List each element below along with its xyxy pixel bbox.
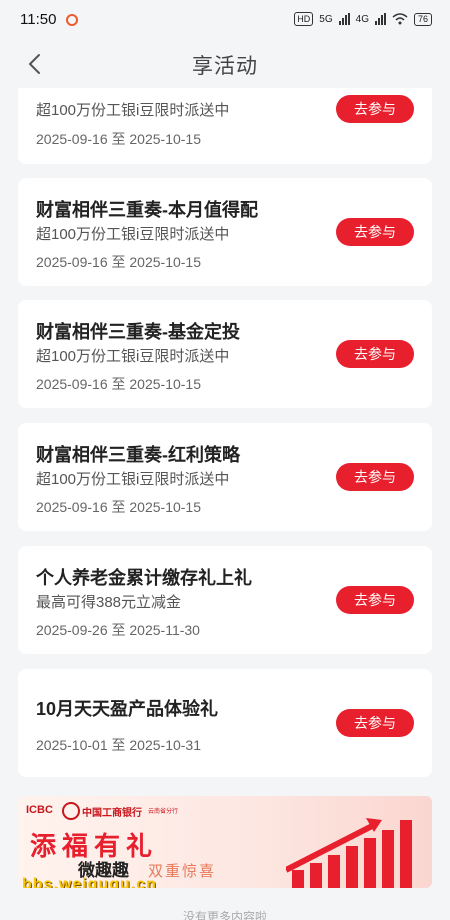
- activity-card[interactable]: 财富相伴三重奏-本月值得配 超100万份工银i豆限时派送中 2025-09-16…: [18, 178, 432, 286]
- join-button[interactable]: 去参与: [336, 709, 414, 737]
- activity-date: 2025-09-16 至 2025-10-15: [36, 254, 202, 270]
- activity-title: 财富相伴三重奏-红利策略: [36, 445, 240, 465]
- join-button[interactable]: 去参与: [336, 95, 414, 123]
- activity-title: 个人养老金累计缴存礼上礼: [36, 568, 252, 588]
- no-more-content: 没有更多内容啦: [182, 910, 267, 920]
- activity-desc: 超100万份工银i豆限时派送中: [36, 471, 230, 488]
- activity-date: 2025-09-26 至 2025-11-30: [36, 622, 200, 638]
- activity-card[interactable]: 财富相伴三重奏-红利策略 超100万份工银i豆限时派送中 2025-09-16 …: [18, 423, 432, 531]
- activity-date: 2025-09-16 至 2025-10-15: [36, 499, 202, 515]
- join-button[interactable]: 去参与: [336, 218, 414, 246]
- activity-card[interactable]: 个人养老金累计缴存礼上礼 最高可得388元立减金 2025-09-26 至 20…: [18, 546, 432, 654]
- bank-branch: 云南省分行: [148, 809, 179, 815]
- join-button[interactable]: 去参与: [336, 463, 414, 491]
- banner-subtitle: 双重惊喜: [148, 863, 217, 880]
- activity-desc: 最高可得388元立减金: [36, 594, 182, 611]
- promo-banner[interactable]: ICBC 中国工商银行 云南省分行 添福有礼 双重惊喜 微趣趣 bbs.weiq…: [18, 796, 432, 888]
- bank-name: 中国工商银行: [82, 808, 142, 819]
- watermark-url: bbs.weiququ.cn: [22, 876, 157, 888]
- activity-date: 2025-09-16 至 2025-10-15: [36, 131, 202, 147]
- activity-title: 10月天天盈产品体验礼: [36, 699, 219, 719]
- page-title: 享活动: [192, 55, 258, 78]
- bank-logo-icon: [62, 802, 80, 820]
- activity-date: 2025-09-16 至 2025-10-15: [36, 376, 202, 392]
- icbc-logo-text: ICBC: [26, 804, 53, 816]
- join-button[interactable]: 去参与: [336, 586, 414, 614]
- activity-date: 2025-10-01 至 2025-10-31: [36, 737, 202, 753]
- join-button[interactable]: 去参与: [336, 340, 414, 368]
- activity-desc: 超100万份工银i豆限时派送中: [36, 226, 230, 243]
- activity-card[interactable]: 10月天天盈产品体验礼 2025-10-01 至 2025-10-31 去参与: [18, 669, 432, 777]
- activity-desc: 超100万份工银i豆限时派送中: [36, 102, 230, 119]
- activity-card[interactable]: 财富相伴三重奏-基金定投 超100万份工银i豆限时派送中 2025-09-16 …: [18, 300, 432, 408]
- activity-title: 财富相伴三重奏-基金定投: [36, 322, 240, 342]
- page-header: 享活动: [0, 40, 450, 88]
- activity-desc: 超100万份工银i豆限时派送中: [36, 348, 230, 365]
- growth-bars-graphic: [286, 818, 412, 888]
- activity-list[interactable]: 超100万份工银i豆限时派送中 2025-09-16 至 2025-10-15 …: [0, 0, 450, 920]
- activity-title: 财富相伴三重奏-本月值得配: [36, 200, 258, 220]
